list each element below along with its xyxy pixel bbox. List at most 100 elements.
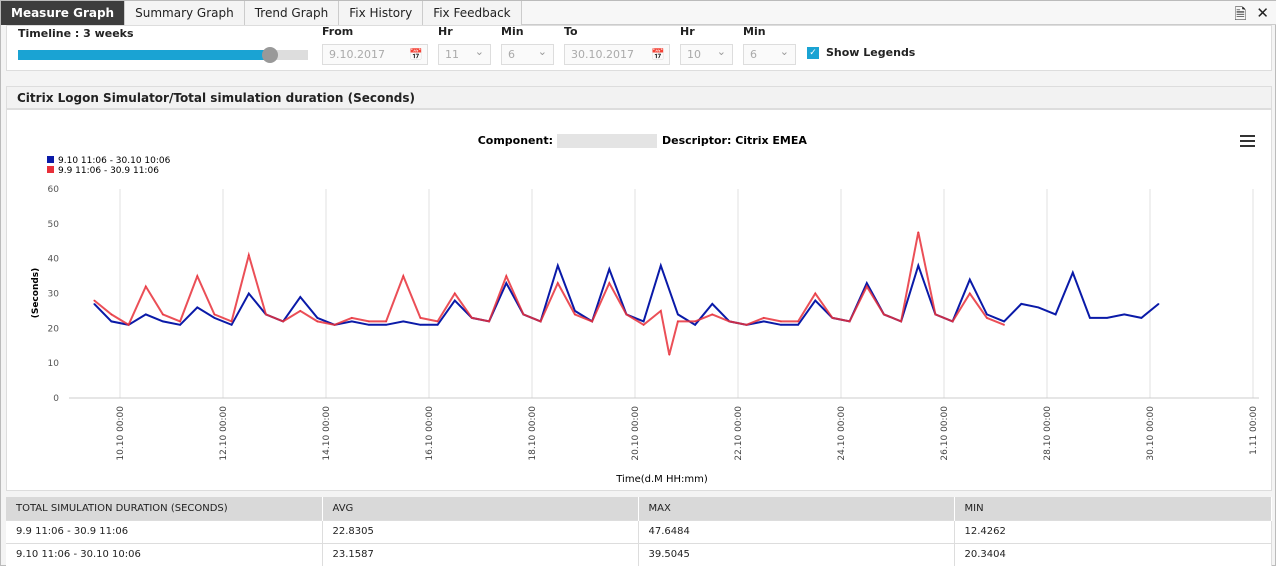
data-point [213, 313, 216, 316]
menu-icon[interactable] [1240, 135, 1255, 147]
data-point [368, 320, 370, 323]
data-point [385, 324, 387, 326]
data-point [179, 320, 181, 323]
legend-label-red[interactable]: 9.9 11:06 - 30.9 11:06 [58, 166, 159, 176]
data-point [711, 313, 714, 316]
y-tick-label: 20 [48, 324, 60, 334]
data-point [968, 292, 971, 295]
data-point [986, 317, 988, 319]
show-legends-checkbox[interactable]: ✓ [807, 47, 819, 59]
x-tick-label: 28.10 00:00 [1043, 406, 1053, 461]
data-point [934, 313, 937, 316]
data-point [505, 275, 508, 277]
data-point [162, 320, 164, 323]
data-point [282, 320, 284, 323]
cell: 22.8305 [322, 519, 639, 543]
data-point [883, 313, 885, 316]
data-point [986, 313, 988, 316]
x-tick-label: 18.10 00:00 [528, 406, 538, 461]
data-point [1089, 317, 1091, 319]
data-point [642, 324, 645, 326]
to-date-input[interactable]: 30.10.2017 📅 [564, 44, 670, 65]
timeline-slider[interactable] [18, 47, 308, 63]
tab-trend-graph[interactable]: Trend Graph [244, 1, 340, 25]
x-tick-label: 10.10 00:00 [116, 406, 126, 461]
data-point [299, 296, 302, 298]
from-min-select[interactable]: 6 [501, 44, 554, 65]
cell: 9.9 11:06 - 30.9 11:06 [6, 519, 323, 543]
tab-bar: Measure Graph Summary Graph Trend Graph … [1, 1, 1276, 25]
data-point [110, 313, 113, 316]
col-header: TOTAL SIMULATION DURATION (SECONDS) [6, 497, 323, 520]
from-date-value: 9.10.2017 [329, 48, 385, 61]
timeline-label: Timeline : 3 weeks [18, 27, 134, 40]
cell: 12.4262 [954, 519, 1272, 543]
to-min-select[interactable]: 6 [743, 44, 796, 65]
data-point [93, 303, 96, 305]
from-hr-label: Hr [438, 25, 453, 38]
timeline-controls: Timeline : 3 weeks From 9.10.2017 📅 Hr 11… [6, 25, 1272, 71]
data-point [780, 320, 782, 323]
data-point [556, 264, 559, 267]
x-tick-label: 24.10 00:00 [837, 406, 847, 461]
data-point [1071, 271, 1074, 274]
col-header: MAX [638, 497, 955, 520]
data-point [1054, 313, 1057, 316]
data-point [917, 264, 920, 267]
calendar-icon[interactable]: 📅 [651, 48, 665, 61]
x-tick-label: 1.11 00:00 [1249, 406, 1259, 455]
y-tick-label: 40 [48, 255, 60, 265]
data-point [668, 354, 671, 356]
data-point [951, 320, 954, 323]
data-point [608, 268, 611, 270]
data-point [762, 317, 765, 319]
redacted-component [557, 134, 657, 148]
data-point [179, 324, 181, 326]
slider-handle[interactable] [262, 47, 279, 63]
to-hr-label: Hr [680, 25, 695, 38]
data-point [1157, 303, 1160, 305]
to-hr-select[interactable]: 10 [680, 44, 733, 65]
data-point [488, 320, 490, 323]
line-chart: Component: Descriptor: Citrix EMEA 9.10 … [31, 134, 1259, 485]
tab-summary-graph[interactable]: Summary Graph [125, 1, 245, 25]
data-point [436, 320, 439, 323]
from-date-input[interactable]: 9.10.2017 📅 [322, 44, 428, 65]
tab-measure-graph[interactable]: Measure Graph [1, 1, 126, 25]
from-label: From [322, 25, 354, 38]
y-tick-label: 30 [48, 290, 60, 300]
col-header: AVG [322, 497, 639, 520]
data-point [316, 320, 319, 323]
data-point [144, 313, 147, 316]
legend-label-blue[interactable]: 9.10 11:06 - 30.10 10:06 [58, 156, 171, 166]
data-point [1020, 303, 1023, 305]
data-point [144, 285, 147, 288]
data-point [265, 313, 267, 316]
y-axis-title: (Seconds) [31, 268, 41, 319]
x-tick-label: 22.10 00:00 [734, 406, 744, 461]
data-point [659, 264, 662, 267]
from-hr-select[interactable]: 11 [438, 44, 491, 65]
data-point [385, 320, 387, 323]
data-point [556, 282, 559, 284]
data-point [865, 285, 868, 288]
col-header: MIN [954, 497, 1272, 520]
data-point [539, 320, 542, 323]
data-point [762, 320, 765, 323]
tab-fix-feedback[interactable]: Fix Feedback [423, 1, 522, 25]
data-point [1037, 306, 1040, 309]
data-point [93, 299, 96, 302]
data-point [711, 303, 714, 305]
data-point [247, 254, 250, 256]
data-point [677, 313, 679, 316]
data-point [677, 320, 679, 323]
tab-fix-history[interactable]: Fix History [339, 1, 424, 25]
x-axis-title: Time(d.M HH:mm) [615, 474, 708, 485]
calendar-icon[interactable]: 📅 [409, 48, 423, 61]
data-point [196, 275, 199, 277]
data-point [917, 231, 920, 233]
x-tick-label: 14.10 00:00 [322, 406, 332, 461]
cell: 39.5045 [638, 542, 955, 566]
data-point [230, 324, 233, 326]
data-point [110, 320, 113, 323]
